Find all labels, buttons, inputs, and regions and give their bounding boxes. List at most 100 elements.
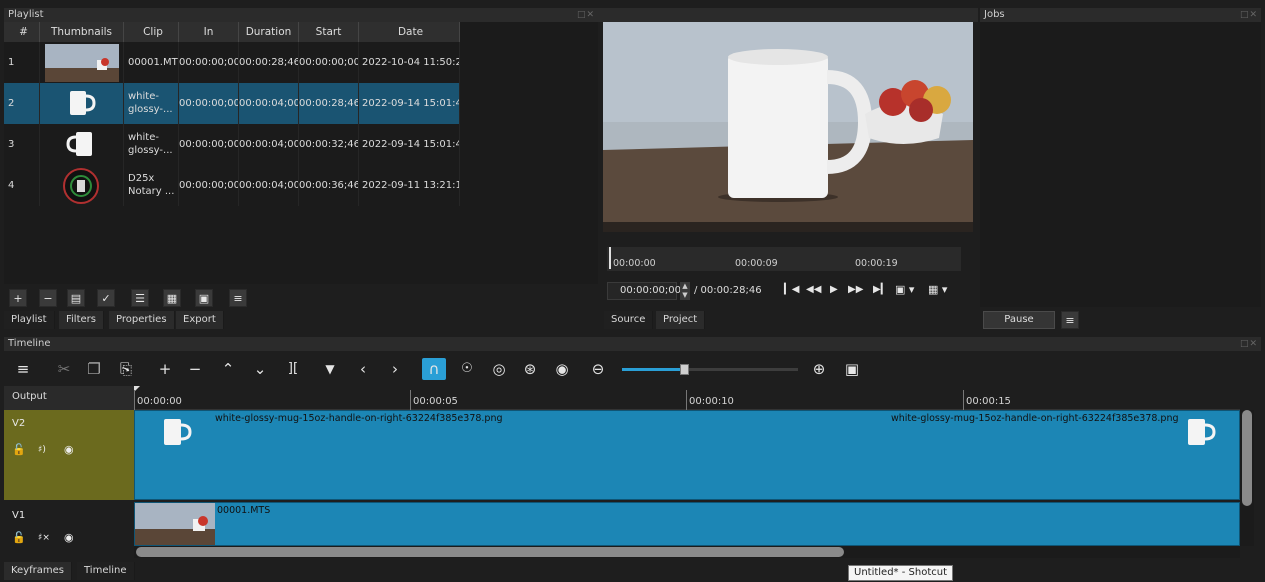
- ruler-label: 00:00:15: [966, 396, 1011, 407]
- col-header-date[interactable]: Date: [359, 22, 460, 42]
- playhead-marker[interactable]: [609, 247, 611, 269]
- tiles-view-icon[interactable]: ▦: [163, 289, 181, 307]
- unlock-icon[interactable]: 🔓: [12, 443, 26, 456]
- previous-marker-icon[interactable]: ‹: [353, 358, 373, 380]
- track-header-v1[interactable]: V1 🔓 ♯× ◉: [4, 502, 134, 546]
- timeline-menu-icon[interactable]: ≡: [13, 358, 33, 380]
- horizontal-scrollbar[interactable]: [134, 546, 1240, 558]
- ripple-icon[interactable]: ◎: [488, 358, 510, 380]
- player-scrubber[interactable]: 00:00:00 00:00:09 00:00:19: [607, 247, 961, 271]
- panel-float-close-icon[interactable]: □✕: [577, 8, 595, 22]
- play-icon[interactable]: ▶: [830, 284, 838, 295]
- cut-icon[interactable]: ✂: [52, 358, 76, 380]
- tab-source[interactable]: Source: [604, 311, 654, 329]
- details-view-icon[interactable]: ☰: [131, 289, 149, 307]
- zoom-fit-icon[interactable]: ▣ ▾: [895, 283, 914, 296]
- checkmark-icon[interactable]: ✓: [97, 289, 115, 307]
- timeline-clip-v1[interactable]: 00001.MTS: [134, 502, 1240, 546]
- clip-date: 2022-09-11 13:21:18: [359, 165, 460, 206]
- playlist-row[interactable]: 1 00001.MTS 00:00:00;00 00:00:28;46 00:0…: [4, 42, 460, 83]
- track-header-v2[interactable]: V2 🔓 ♯) ◉: [4, 410, 134, 500]
- next-marker-icon[interactable]: ›: [385, 358, 405, 380]
- remove-icon[interactable]: −: [39, 289, 57, 307]
- clip-date: 2022-09-14 15:01:42: [359, 124, 460, 165]
- jobs-list: [980, 22, 1261, 307]
- visibility-eye-icon[interactable]: ◉: [64, 443, 74, 456]
- position-timecode-field[interactable]: 00:00:00;00: [607, 282, 681, 300]
- row-number: 1: [4, 42, 40, 83]
- track-name: V1: [12, 510, 26, 521]
- notary-seal-thumbnail-icon: [63, 168, 99, 204]
- zoom-in-icon[interactable]: ⊕: [808, 358, 830, 380]
- panel-float-close-icon[interactable]: □✕: [1240, 337, 1258, 351]
- video-thumbnail-icon: [45, 44, 119, 82]
- update-icon[interactable]: ▤: [67, 289, 85, 307]
- tab-timeline[interactable]: Timeline: [77, 562, 135, 580]
- playlist-row[interactable]: 3 white-glossy-... 00:00:00;00 00:00:04;…: [4, 124, 460, 165]
- pause-button[interactable]: Pause: [983, 311, 1055, 329]
- playlist-row[interactable]: 4 D25x Notary ... 00:00:00;00 00:00:04;0…: [4, 165, 460, 206]
- copy-icon[interactable]: ❐: [84, 358, 104, 380]
- unlock-icon[interactable]: 🔓: [12, 531, 26, 544]
- menu-icon[interactable]: ≡: [229, 289, 247, 307]
- icons-view-icon[interactable]: ▣: [195, 289, 213, 307]
- ruler-tick: [686, 390, 687, 410]
- col-header-clip[interactable]: Clip: [124, 22, 179, 42]
- vertical-scrollbar[interactable]: [1240, 410, 1254, 546]
- append-icon[interactable]: +: [155, 358, 175, 380]
- rewind-icon[interactable]: ◀◀: [806, 284, 821, 295]
- skip-to-start-icon[interactable]: ▎◀: [784, 284, 799, 295]
- zoom-out-icon[interactable]: ⊖: [588, 358, 608, 380]
- col-header-thumbnails[interactable]: Thumbnails: [40, 22, 124, 42]
- vertical-scrollbar-thumb[interactable]: [1242, 410, 1252, 506]
- lift-icon[interactable]: ⌃: [218, 358, 238, 380]
- col-header-num[interactable]: #: [4, 22, 40, 42]
- paste-icon[interactable]: ⎘: [116, 358, 136, 380]
- clip-duration: 00:00:28;46: [239, 42, 299, 83]
- audio-icon[interactable]: ♯): [38, 445, 46, 455]
- zoom-timeline-to-fit-icon[interactable]: ▣: [841, 358, 863, 380]
- tab-project[interactable]: Project: [656, 311, 706, 329]
- timeline-clip-v2[interactable]: white-glossy-mug-15oz-handle-on-right-63…: [134, 410, 1240, 500]
- playlist-row-selected[interactable]: 2 white-glossy-... 00:00:00;00 00:00:04;…: [4, 83, 460, 124]
- tab-properties[interactable]: Properties: [109, 311, 175, 329]
- mute-icon[interactable]: ♯×: [38, 533, 50, 543]
- scrub-while-dragging-icon[interactable]: ☉: [454, 358, 480, 380]
- skip-to-end-icon[interactable]: ▶▎: [873, 284, 888, 295]
- snap-magnet-icon[interactable]: ∩: [422, 358, 446, 380]
- video-preview[interactable]: [603, 22, 973, 232]
- playlist-panel-title: Playlist □✕: [4, 8, 598, 22]
- fast-forward-icon[interactable]: ▶▶: [848, 284, 863, 295]
- tab-filters[interactable]: Filters: [59, 311, 104, 329]
- add-icon[interactable]: +: [9, 289, 27, 307]
- clip-name: 00001.MTS: [124, 42, 179, 83]
- col-header-start[interactable]: Start: [299, 22, 359, 42]
- col-header-in[interactable]: In: [179, 22, 239, 42]
- col-header-duration[interactable]: Duration: [239, 22, 299, 42]
- ripple-all-tracks-icon[interactable]: ⊛: [519, 358, 541, 380]
- output-track-header[interactable]: Output: [4, 386, 134, 410]
- timecode-spinner-icon[interactable]: ▲ ▼: [680, 282, 690, 300]
- panel-float-close-icon[interactable]: □✕: [1240, 8, 1258, 22]
- zoom-slider[interactable]: [622, 364, 798, 375]
- tab-keyframes[interactable]: Keyframes: [4, 562, 72, 580]
- ruler-label: 00:00:19: [855, 258, 898, 269]
- overwrite-icon[interactable]: ⌄: [250, 358, 270, 380]
- horizontal-scrollbar-thumb[interactable]: [136, 547, 844, 557]
- tab-playlist[interactable]: Playlist: [4, 311, 55, 329]
- visibility-eye-icon[interactable]: ◉: [64, 531, 74, 544]
- ruler-label: 00:00:10: [689, 396, 734, 407]
- remove-icon[interactable]: −: [185, 358, 205, 380]
- jobs-menu-icon[interactable]: ≡: [1061, 311, 1079, 329]
- clip-name: D25x Notary ...: [124, 165, 179, 206]
- ripple-markers-icon[interactable]: ◉: [551, 358, 573, 380]
- zoom-slider-handle[interactable]: [679, 364, 689, 375]
- tab-export[interactable]: Export: [176, 311, 224, 329]
- timeline-ruler[interactable]: 00:00:00 00:00:05 00:00:10 00:00:15: [134, 386, 1240, 410]
- jobs-panel-title: Jobs □✕: [980, 8, 1261, 22]
- split-icon[interactable]: ][: [281, 358, 305, 380]
- thumbnail-mug: [40, 124, 124, 165]
- clip-name: white-glossy-...: [124, 124, 179, 165]
- marker-icon[interactable]: ▼: [320, 358, 340, 380]
- grid-icon[interactable]: ▦ ▾: [928, 283, 947, 296]
